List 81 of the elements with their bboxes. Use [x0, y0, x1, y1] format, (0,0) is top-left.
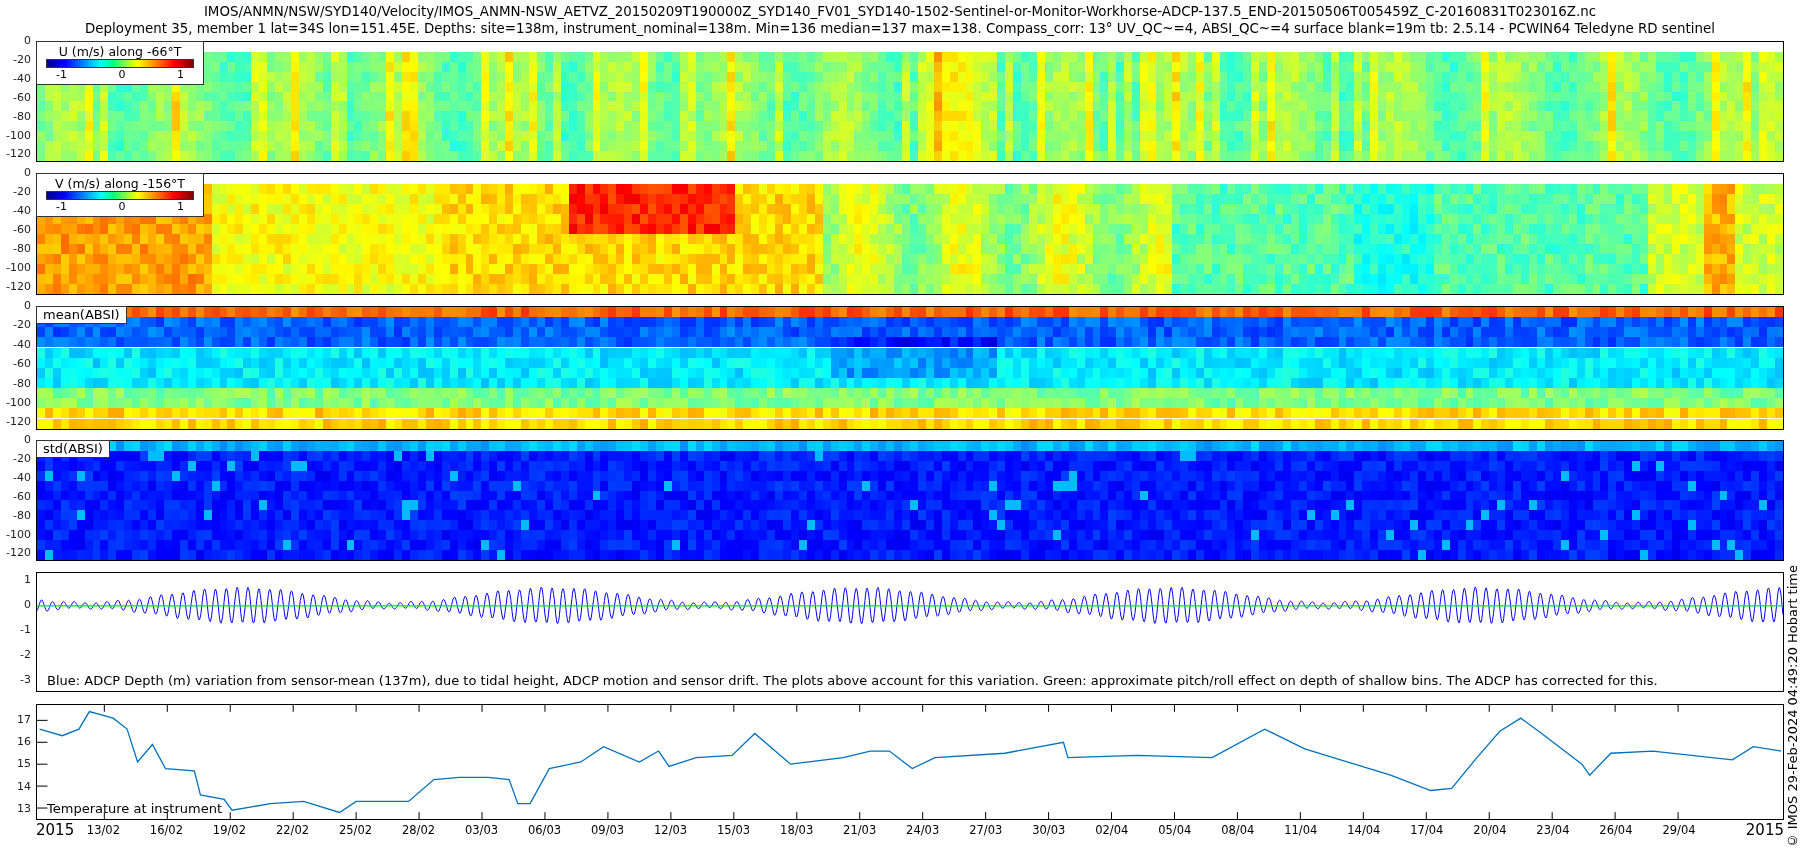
axis-tick-label: -80 — [13, 509, 31, 522]
axis-tick-label: 14/04 — [1347, 823, 1381, 837]
axis-tick-label: -20 — [13, 53, 31, 66]
panel-label: std(ABSI) — [36, 440, 110, 458]
axis-tick-label: 0 — [24, 35, 31, 47]
axis-tick-label: -20 — [13, 452, 31, 465]
axis-tick-label: 13/02 — [86, 823, 120, 837]
axis-tick-label: -100 — [6, 528, 31, 541]
axis-tick-label: 18/03 — [780, 823, 814, 837]
axis-tick-label: 16 — [17, 735, 31, 748]
axis-tick-label: 22/02 — [275, 823, 310, 837]
colorbar-tick-label: 0 — [118, 200, 126, 213]
axis-tick-label: -100 — [6, 396, 31, 409]
axis-tick-label: -20 — [13, 319, 31, 332]
axis-tick-label: 25/02 — [338, 823, 373, 837]
axis-tick-label: 0 — [24, 434, 31, 446]
axis-tick-label: 19/02 — [212, 823, 246, 837]
axis-tick-label: 12/03 — [654, 823, 688, 837]
axis-tick-label: -60 — [13, 490, 31, 503]
axis-tick-label: -120 — [6, 416, 31, 429]
axis-tick-label: -2 — [20, 649, 31, 661]
year-label: 2015 — [1745, 821, 1784, 839]
axis-tick-label: 0 — [24, 300, 31, 312]
axis-tick-label: 0 — [24, 599, 31, 611]
figure-title: Deployment 35, member 1 lat=34S lon=151.45E. Depths: site=138m, instrument_nominal=138m. Min=136 median=137 max=138. Compass_corr: 13° UV_QC~=4, ABSI_QC~=4 surface blank=19m tb: 2.5.14 - PCWIN64 Teledyne RD sentinel — [85, 20, 1715, 37]
axis-tick-label: 11/04 — [1284, 823, 1318, 837]
axis-tick-label: 02/04 — [1095, 823, 1129, 837]
axis-tick-label: -1 — [20, 624, 31, 636]
axis-tick-label: 14 — [17, 780, 31, 793]
axis-tick-label: 16/02 — [149, 823, 183, 837]
axis-tick-label: -120 — [6, 547, 31, 560]
axis-tick-label: 15 — [17, 758, 31, 771]
axis-tick-label: 13 — [17, 802, 31, 815]
legend-title: V (m/s) along -156°T — [55, 176, 185, 191]
colorbar-tick-label: 1 — [177, 68, 184, 81]
axis-tick-label: 28/02 — [401, 823, 436, 837]
legend-title: U (m/s) along -66°T — [58, 44, 182, 59]
axis-tick-label: -40 — [13, 72, 31, 85]
axis-tick-label: 0 — [24, 167, 31, 179]
axis-tick-label: -60 — [13, 91, 31, 104]
axis-tick-label: -100 — [6, 129, 31, 142]
colorbar-tick-label: -1 — [56, 200, 67, 213]
axis-tick-label: 27/03 — [969, 823, 1003, 837]
axis-tick-label: 30/03 — [1032, 823, 1066, 837]
axis-tick-label: -60 — [13, 358, 31, 371]
axis-tick-label: 29/04 — [1662, 823, 1696, 837]
colorbar-tick-label: -1 — [56, 68, 67, 81]
axis-tick-label: 23/04 — [1536, 823, 1570, 837]
axis-tick-label: -100 — [6, 262, 31, 275]
axis-tick-label: 1 — [24, 574, 31, 586]
axis-tick-label: 26/04 — [1599, 823, 1633, 837]
axis-tick-label: 21/03 — [843, 823, 877, 837]
axis-tick-label: 06/03 — [527, 823, 562, 837]
caption: Blue: ADCP Depth (m) variation from sensor-mean (137m), due to tidal height, ADCP motion and sensor drift. The plots above account for this variation. Green: approximate pitch/roll effect on depth of shallow bins. The ADCP has corrected for this. — [47, 673, 1658, 688]
axis-tick-label: -60 — [13, 224, 31, 237]
axis-tick-label: 20/04 — [1473, 823, 1507, 837]
colorbar-tick-label: 1 — [177, 200, 184, 213]
colorbar-tick-label: 0 — [118, 68, 126, 81]
axis-tick-label: -80 — [13, 110, 31, 123]
axis-tick-label: 08/04 — [1221, 823, 1255, 837]
axis-tick-label: -40 — [13, 205, 31, 218]
axis-tick-label: -20 — [13, 186, 31, 199]
axis-tick-label: 17 — [17, 713, 31, 726]
axis-tick-label: -40 — [13, 338, 31, 351]
axis-tick-label: -40 — [13, 471, 31, 484]
axis-tick-label: 24/03 — [906, 823, 940, 837]
timestamp-note: © IMOS 29-Feb-2024 04:49:20 Hobart time — [1784, 564, 1800, 848]
axis-tick-label: -120 — [6, 281, 31, 294]
axis-tick-label: -120 — [6, 148, 31, 161]
axis-tick-label: -3 — [20, 674, 31, 686]
axis-tick-label: 17/04 — [1410, 823, 1444, 837]
axis-tick-label: 03/03 — [464, 823, 499, 837]
figure-title: IMOS/ANMN/NSW/SYD140/Velocity/IMOS_ANMN-NSW_AETVZ_20150209T190000Z_SYD140_FV01_SYD140-1502-Sentinel-or-Monitor-Workhorse-ADCP-137.5_END-20150506T005459Z_C-20160831T023016Z.nc — [203, 3, 1597, 20]
axis-tick-label: -80 — [13, 377, 31, 390]
axis-tick-label: 15/03 — [717, 823, 751, 837]
panel-label: mean(ABSI) — [36, 306, 127, 324]
axis-tick-label: 05/04 — [1158, 823, 1192, 837]
axis-tick-label: 09/03 — [591, 823, 625, 837]
series-label: Temperature at instrument — [47, 801, 222, 816]
year-label: 2015 — [36, 821, 75, 839]
axis-tick-label: -80 — [13, 243, 31, 256]
